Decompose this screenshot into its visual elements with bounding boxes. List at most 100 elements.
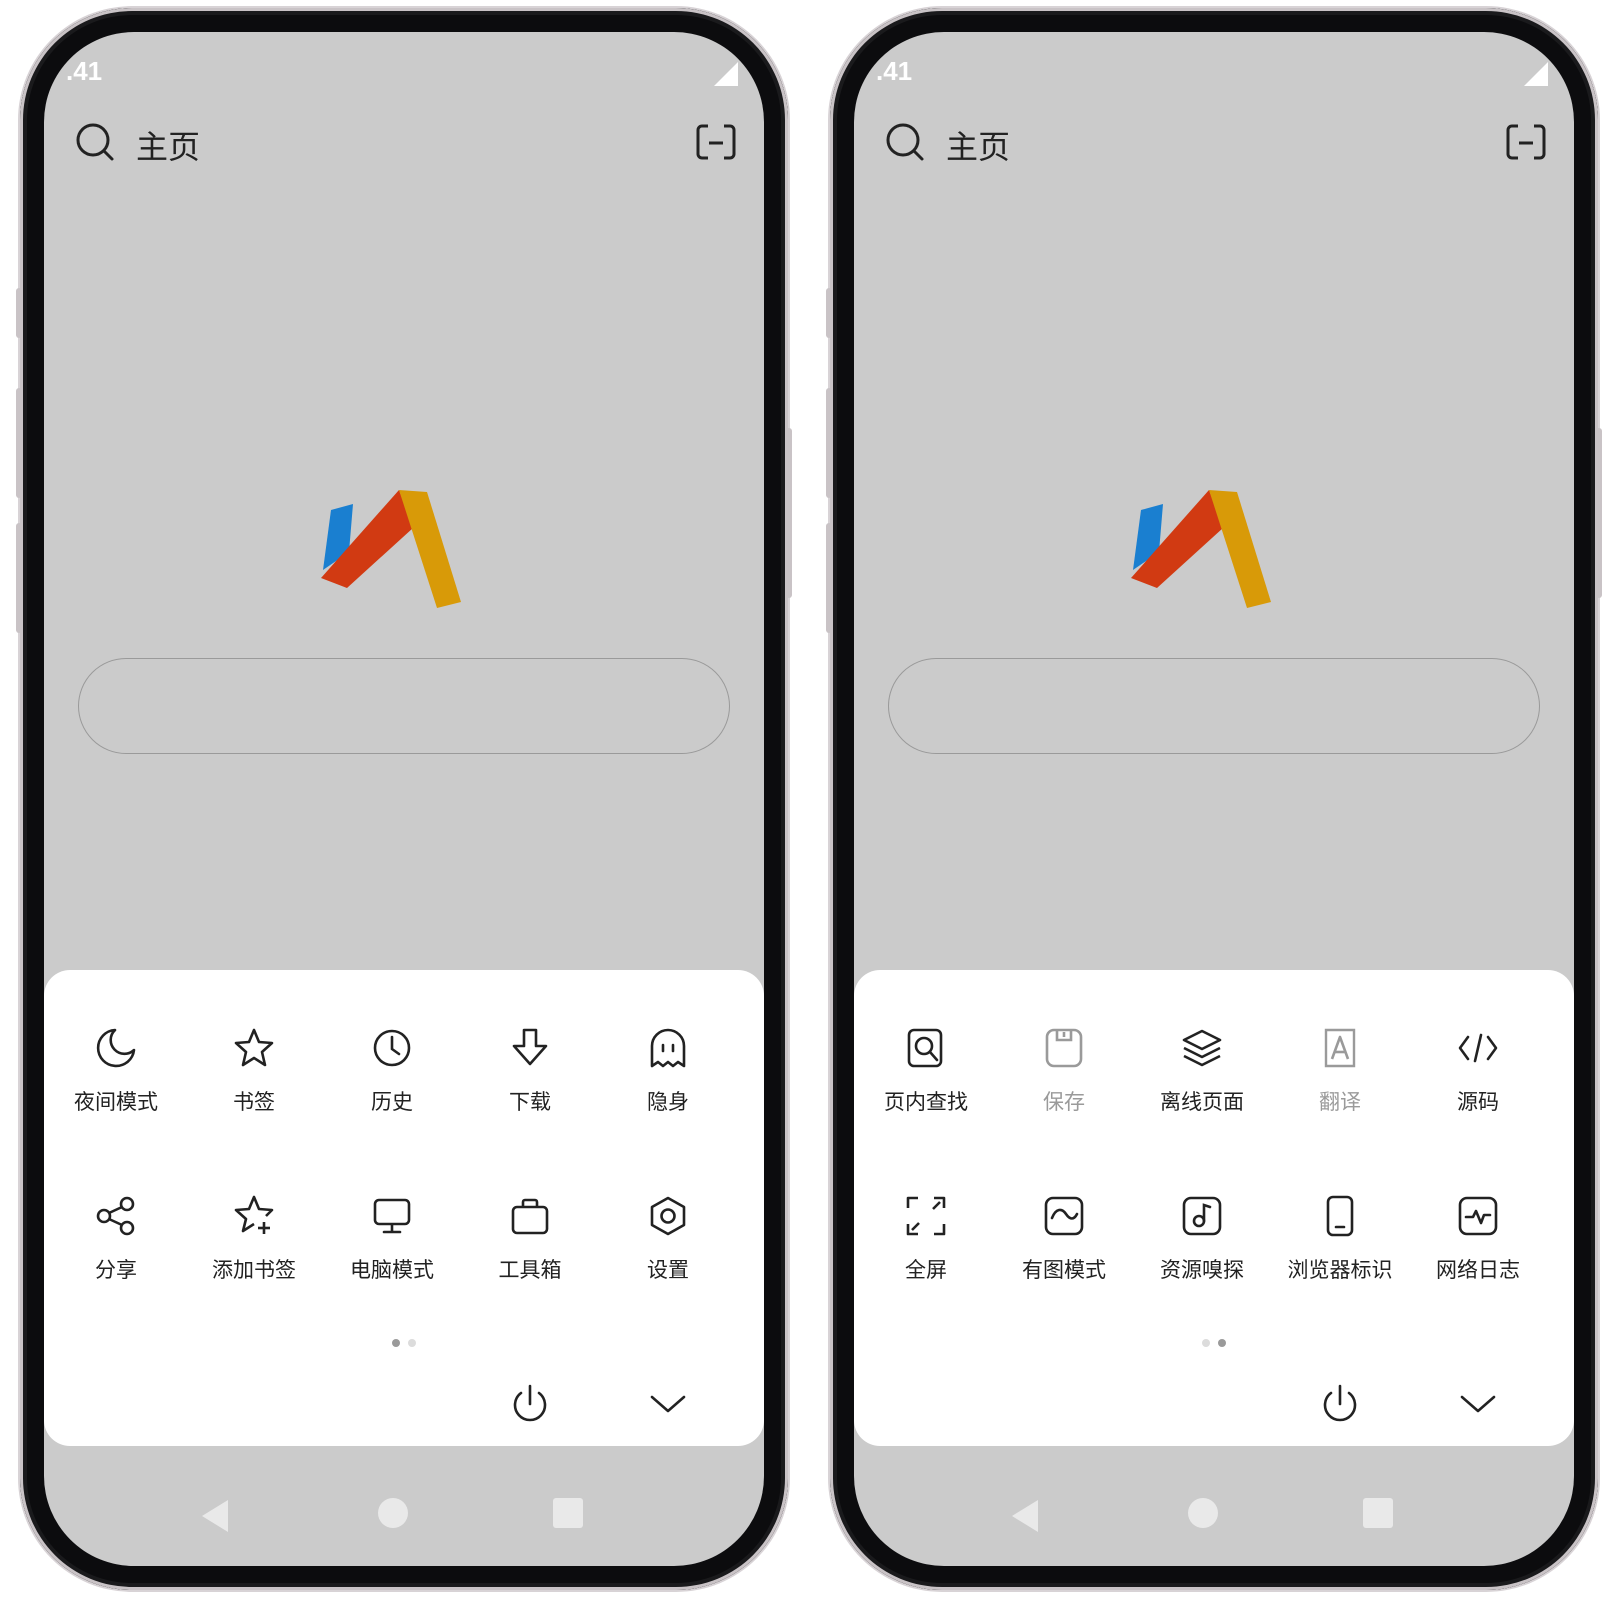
star-icon <box>232 1026 276 1070</box>
tab-switcher-icon[interactable] <box>688 114 744 170</box>
menu-item-label: 有图模式 <box>1022 1258 1106 1282</box>
menu-item-history[interactable]: 历史 <box>320 1026 464 1136</box>
browser-logo <box>1129 480 1279 610</box>
volume-button <box>16 288 22 338</box>
menu-item-save[interactable]: 保存 <box>992 1026 1136 1136</box>
star-plus-icon <box>232 1194 276 1238</box>
screen: .41 主页 夜间模式 书签 历史 下载 隐身 分享 添加书签 电脑模式 工具箱… <box>44 32 764 1566</box>
menu-item-label: 历史 <box>371 1090 413 1114</box>
fullscreen-icon <box>904 1194 948 1238</box>
menu-item-label: 源码 <box>1457 1090 1499 1114</box>
menu-item-label: 夜间模式 <box>74 1090 158 1114</box>
menu-item-label: 分享 <box>95 1258 137 1282</box>
ghost-icon <box>646 1026 690 1070</box>
menu-item-label: 下载 <box>509 1090 551 1114</box>
recents-icon[interactable] <box>553 1498 583 1528</box>
menu-item-label: 网络日志 <box>1436 1258 1520 1282</box>
phone-frame-right: .41 主页 页内查找 保存 离线页面 翻译 源码 全屏 有图模式 资源嗅探 浏… <box>826 8 1602 1590</box>
find-in-page-icon <box>904 1026 948 1070</box>
menu-sheet: 页内查找 保存 离线页面 翻译 源码 全屏 有图模式 资源嗅探 浏览器标识 网络… <box>854 970 1574 1446</box>
save-icon <box>1042 1026 1086 1070</box>
back-icon[interactable] <box>1006 1496 1046 1536</box>
tab-switcher-icon[interactable] <box>1498 114 1554 170</box>
settings-icon <box>646 1194 690 1238</box>
menu-item-network-log[interactable]: 网络日志 <box>1406 1194 1550 1304</box>
menu-item-resource-sniffer[interactable]: 资源嗅探 <box>1130 1194 1274 1304</box>
menu-item-offline-pages[interactable]: 离线页面 <box>1130 1026 1274 1136</box>
menu-item-source-code[interactable]: 源码 <box>1406 1026 1550 1136</box>
moon-icon <box>94 1026 138 1070</box>
power-side-button <box>1596 428 1602 598</box>
search-icon[interactable] <box>878 114 934 170</box>
top-bar: 主页 <box>44 114 764 170</box>
menu-item-night-mode[interactable]: 夜间模式 <box>44 1026 188 1136</box>
menu-item-user-agent[interactable]: 浏览器标识 <box>1268 1194 1412 1304</box>
status-time: .41 <box>876 56 913 86</box>
download-icon <box>508 1026 552 1070</box>
menu-item-desktop-mode[interactable]: 电脑模式 <box>320 1194 464 1304</box>
image-icon <box>1042 1194 1086 1238</box>
share-icon <box>94 1194 138 1238</box>
page-dot <box>408 1339 416 1347</box>
phone-frame-left: .41 主页 夜间模式 书签 历史 下载 隐身 分享 添加书签 电脑模式 工具箱… <box>16 8 792 1590</box>
menu-item-label: 设置 <box>647 1258 689 1282</box>
chevron-down-icon[interactable] <box>1456 1382 1500 1426</box>
menu-item-translate[interactable]: 翻译 <box>1268 1026 1412 1136</box>
menu-item-label: 工具箱 <box>498 1258 562 1282</box>
volume-button <box>16 388 22 498</box>
layers-icon <box>1180 1026 1224 1070</box>
exit-power-icon[interactable] <box>1318 1382 1362 1426</box>
volume-button <box>826 288 832 338</box>
volume-button <box>826 388 832 498</box>
chevron-down-icon[interactable] <box>646 1382 690 1426</box>
menu-item-fullscreen[interactable]: 全屏 <box>854 1194 998 1304</box>
menu-item-label: 保存 <box>1043 1090 1085 1114</box>
browser-logo <box>319 480 469 610</box>
status-bar: .41 <box>44 48 764 88</box>
top-bar: 主页 <box>854 114 1574 170</box>
menu-item-image-mode[interactable]: 有图模式 <box>992 1194 1136 1304</box>
toolbox-icon <box>508 1194 552 1238</box>
menu-item-share[interactable]: 分享 <box>44 1194 188 1304</box>
menu-item-settings[interactable]: 设置 <box>596 1194 740 1304</box>
signal-icon <box>1524 62 1548 86</box>
menu-item-downloads[interactable]: 下载 <box>458 1026 602 1136</box>
menu-sheet: 夜间模式 书签 历史 下载 隐身 分享 添加书签 电脑模式 工具箱 设置 <box>44 970 764 1446</box>
page-dot-active <box>1218 1339 1226 1347</box>
volume-button <box>826 523 832 633</box>
monitor-icon <box>370 1194 414 1238</box>
signal-icon <box>714 62 738 86</box>
clock-icon <box>370 1026 414 1070</box>
volume-button <box>16 523 22 633</box>
url-input[interactable] <box>78 658 730 754</box>
back-icon[interactable] <box>196 1496 236 1536</box>
menu-item-label: 离线页面 <box>1160 1090 1244 1114</box>
menu-item-label: 全屏 <box>905 1258 947 1282</box>
music-file-icon <box>1180 1194 1224 1238</box>
home-icon[interactable] <box>1188 1498 1218 1528</box>
code-icon <box>1456 1026 1500 1070</box>
exit-power-icon[interactable] <box>508 1382 552 1426</box>
menu-item-label: 电脑模式 <box>350 1258 434 1282</box>
menu-item-incognito[interactable]: 隐身 <box>596 1026 740 1136</box>
status-time: .41 <box>66 56 103 86</box>
page-indicator <box>44 1332 764 1347</box>
phone-icon <box>1318 1194 1362 1238</box>
page-title: 主页 <box>946 128 1011 166</box>
page-indicator <box>854 1332 1574 1347</box>
menu-item-label: 书签 <box>233 1090 275 1114</box>
recents-icon[interactable] <box>1363 1498 1393 1528</box>
menu-item-find-in-page[interactable]: 页内查找 <box>854 1026 998 1136</box>
menu-item-bookmarks[interactable]: 书签 <box>182 1026 326 1136</box>
menu-item-label: 浏览器标识 <box>1287 1258 1393 1282</box>
menu-item-add-bookmark[interactable]: 添加书签 <box>182 1194 326 1304</box>
menu-item-label: 隐身 <box>647 1090 689 1114</box>
translate-icon <box>1318 1026 1362 1070</box>
home-icon[interactable] <box>378 1498 408 1528</box>
search-icon[interactable] <box>68 114 124 170</box>
menu-item-toolbox[interactable]: 工具箱 <box>458 1194 602 1304</box>
system-nav-bar <box>44 1466 764 1566</box>
page-dot <box>1202 1339 1210 1347</box>
system-nav-bar <box>854 1466 1574 1566</box>
url-input[interactable] <box>888 658 1540 754</box>
